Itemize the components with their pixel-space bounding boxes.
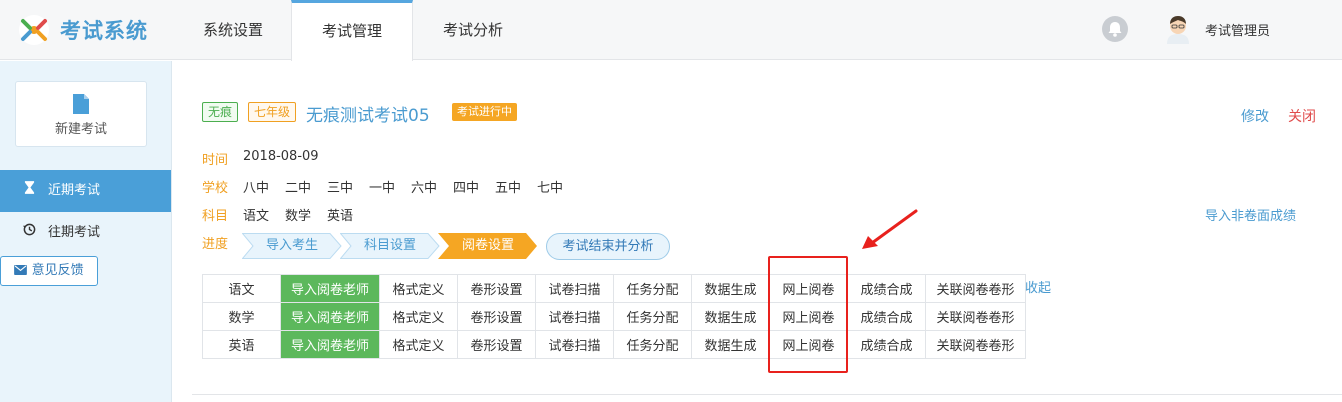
- notification-icon[interactable]: [1102, 16, 1128, 42]
- logo-icon: [19, 15, 49, 45]
- school-item: 三中: [327, 181, 354, 196]
- school-item: 四中: [453, 181, 480, 196]
- nav-system-settings[interactable]: 系统设置: [178, 0, 288, 60]
- subject-item: 数学: [285, 209, 312, 224]
- step-subject-settings[interactable]: 科目设置: [340, 233, 440, 259]
- action-link-paper-shape[interactable]: 关联阅卷卷形: [925, 330, 1026, 359]
- table-row: 语文 导入阅卷老师 格式定义 卷形设置 试卷扫描 任务分配 数据生成 网上阅卷 …: [202, 274, 1026, 303]
- action-online-marking[interactable]: 网上阅卷: [769, 274, 848, 303]
- table-row: 数学 导入阅卷老师 格式定义 卷形设置 试卷扫描 任务分配 数据生成 网上阅卷 …: [202, 302, 1026, 331]
- collapse-link[interactable]: 收起: [1025, 277, 1051, 296]
- action-format-definition[interactable]: 格式定义: [379, 274, 458, 303]
- action-score-synthesis[interactable]: 成绩合成: [847, 274, 926, 303]
- exam-title[interactable]: 无痕测试考试05: [306, 101, 430, 126]
- step-import-students[interactable]: 导入考生: [242, 233, 342, 259]
- row-subject: 英语: [202, 330, 281, 359]
- action-paper-scan[interactable]: 试卷扫描: [535, 302, 614, 331]
- edit-link[interactable]: 修改: [1241, 106, 1269, 126]
- school-item: 六中: [411, 181, 438, 196]
- action-data-generation[interactable]: 数据生成: [691, 302, 770, 331]
- progress-label: 进度: [202, 237, 229, 252]
- hourglass-icon: [22, 170, 36, 212]
- sidebar-item-recent-exams[interactable]: 近期考试: [0, 170, 171, 212]
- nav-exam-analysis[interactable]: 考试分析: [418, 0, 528, 60]
- step-label: 科目设置: [363, 238, 416, 253]
- user-name[interactable]: 考试管理员: [1205, 20, 1270, 39]
- grade-tag: 七年级: [248, 102, 297, 122]
- action-link-paper-shape[interactable]: 关联阅卷卷形: [925, 274, 1026, 303]
- action-link-paper-shape[interactable]: 关联阅卷卷形: [925, 302, 1026, 331]
- action-format-definition[interactable]: 格式定义: [379, 330, 458, 359]
- row-subject: 语文: [202, 274, 281, 303]
- action-paper-scan[interactable]: 试卷扫描: [535, 274, 614, 303]
- school-label: 学校: [202, 181, 229, 196]
- subject-action-table: 语文 导入阅卷老师 格式定义 卷形设置 试卷扫描 任务分配 数据生成 网上阅卷 …: [202, 274, 1026, 359]
- table-row: 英语 导入阅卷老师 格式定义 卷形设置 试卷扫描 任务分配 数据生成 网上阅卷 …: [202, 330, 1026, 359]
- new-exam-button[interactable]: 新建考试: [15, 81, 147, 147]
- feedback-label: 意见反馈: [31, 263, 84, 278]
- close-link[interactable]: 关闭: [1288, 106, 1316, 126]
- sidebar-item-label: 往期考试: [48, 225, 101, 240]
- action-score-synthesis[interactable]: 成绩合成: [847, 302, 926, 331]
- action-data-generation[interactable]: 数据生成: [691, 274, 770, 303]
- app-name: 考试系统: [60, 19, 148, 43]
- action-online-marking[interactable]: 网上阅卷: [769, 330, 848, 359]
- main-content: 无痕 七年级 无痕测试考试05 考试进行中 修改 关闭 时间 2018-08-0…: [172, 61, 1342, 402]
- user-avatar[interactable]: [1164, 14, 1192, 44]
- row-subject: 数学: [202, 302, 281, 331]
- sidebar-item-past-exams[interactable]: 往期考试: [0, 212, 171, 254]
- school-item: 八中: [243, 181, 270, 196]
- action-import-markers[interactable]: 导入阅卷老师: [280, 330, 380, 359]
- step-marking-settings[interactable]: 阅卷设置: [438, 233, 538, 259]
- action-paper-shape-settings[interactable]: 卷形设置: [457, 330, 536, 359]
- action-paper-scan[interactable]: 试卷扫描: [535, 330, 614, 359]
- subject-label: 科目: [202, 209, 229, 224]
- import-nonpaper-scores-link[interactable]: 导入非卷面成绩: [1205, 205, 1296, 224]
- sidebar: 新建考试 近期考试 往期考试 意见反馈: [0, 61, 172, 402]
- subject-item: 语文: [243, 209, 270, 224]
- annotation-arrow-icon: [862, 209, 918, 249]
- nav-exam-management[interactable]: 考试管理: [291, 0, 413, 61]
- action-format-definition[interactable]: 格式定义: [379, 302, 458, 331]
- school-item: 七中: [537, 181, 564, 196]
- school-item: 五中: [495, 181, 522, 196]
- time-label: 时间: [202, 153, 229, 168]
- divider: [192, 394, 1342, 395]
- mail-icon: [14, 263, 31, 278]
- app-logo[interactable]: 考试系统: [16, 12, 148, 48]
- time-value: 2018-08-09: [243, 149, 319, 164]
- feedback-button[interactable]: 意见反馈: [0, 256, 98, 286]
- action-import-markers[interactable]: 导入阅卷老师: [280, 274, 380, 303]
- action-data-generation[interactable]: 数据生成: [691, 330, 770, 359]
- new-exam-label: 新建考试: [54, 122, 107, 137]
- action-online-marking[interactable]: 网上阅卷: [769, 302, 848, 331]
- subject-item: 英语: [327, 209, 354, 224]
- action-paper-shape-settings[interactable]: 卷形设置: [457, 274, 536, 303]
- status-badge: 考试进行中: [452, 103, 517, 121]
- action-score-synthesis[interactable]: 成绩合成: [847, 330, 926, 359]
- action-task-assignment[interactable]: 任务分配: [613, 274, 692, 303]
- action-task-assignment[interactable]: 任务分配: [613, 330, 692, 359]
- top-bar: 考试系统 系统设置 考试管理 考试分析 考试管理员: [0, 0, 1342, 61]
- step-label: 阅卷设置: [461, 238, 514, 253]
- end-exam-analyze-button[interactable]: 考试结束并分析: [546, 233, 670, 260]
- exam-type-tag: 无痕: [202, 102, 239, 122]
- history-icon: [22, 212, 36, 254]
- school-item: 二中: [285, 181, 312, 196]
- sidebar-item-label: 近期考试: [48, 183, 101, 198]
- action-task-assignment[interactable]: 任务分配: [613, 302, 692, 331]
- step-label: 导入考生: [265, 238, 318, 253]
- action-import-markers[interactable]: 导入阅卷老师: [280, 302, 380, 331]
- document-icon: [73, 94, 89, 114]
- action-paper-shape-settings[interactable]: 卷形设置: [457, 302, 536, 331]
- school-item: 一中: [369, 181, 396, 196]
